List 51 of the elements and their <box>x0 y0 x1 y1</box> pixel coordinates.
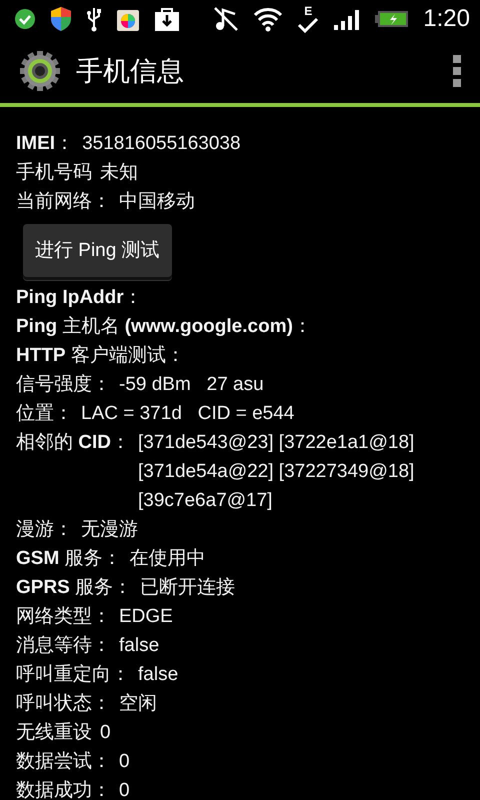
info-value: 中国移动 <box>119 190 195 214</box>
info-value: false <box>138 663 178 687</box>
check-icon <box>297 17 320 33</box>
info-label: 手机号码 <box>16 161 92 185</box>
info-value: LAC = 371d CID = e544 <box>81 402 294 426</box>
info-label: 当前网络： <box>16 190 111 214</box>
info-value: 空闲 <box>119 692 157 716</box>
info-label: GSM 服务： <box>16 547 122 571</box>
info-label: 数据成功： <box>16 779 111 800</box>
overflow-menu-button[interactable] <box>452 54 462 88</box>
check-circle-icon <box>14 8 36 30</box>
info-value: [371de543@23] [3722e1a1@18] [371de54a@22] [37227349@18] [39c7e6a7@17] <box>138 431 416 513</box>
gear-icon <box>20 51 60 91</box>
info-label: 位置： <box>16 402 73 426</box>
info-value: 在使用中 <box>130 547 206 571</box>
info-label: GPRS 服务： <box>16 576 132 600</box>
info-value: 351816055163038 <box>82 132 241 156</box>
info-label: 无线重设 <box>16 721 92 745</box>
app-title: 手机信息 <box>76 54 184 88</box>
status-time: 1:20 <box>423 7 470 31</box>
info-label: 信号强度： <box>16 373 111 397</box>
info-value: 0 <box>100 721 111 745</box>
info-label: Ping 主机名 (www.google.com)： <box>16 315 312 339</box>
info-label: Ping IpAddr： <box>16 286 143 310</box>
info-value: 无漫游 <box>81 518 138 542</box>
info-label: 网络类型： <box>16 605 111 629</box>
info-value: 已断开连接 <box>140 576 236 600</box>
info-label: IMEI： <box>16 132 74 156</box>
download-icon <box>154 6 180 32</box>
muted-note-icon <box>213 6 240 32</box>
usb-icon <box>86 6 102 32</box>
info-value: 未知 <box>100 161 138 185</box>
info-label: 漫游： <box>16 518 73 542</box>
menu-icon <box>452 54 462 88</box>
battery-charging-icon <box>375 9 410 29</box>
info-label: 相邻的 CID： <box>16 431 130 455</box>
info-value: 0 <box>119 779 130 800</box>
network-type-label: E <box>304 5 312 17</box>
info-label: HTTP 客户端测试： <box>16 344 185 368</box>
ping-test-button[interactable]: 进行 Ping 测试 <box>23 224 172 277</box>
info-label: 数据尝试： <box>16 750 111 774</box>
info-label: 呼叫状态： <box>16 692 111 716</box>
info-value: -59 dBm 27 asu <box>119 373 264 397</box>
info-value: 0 <box>119 750 130 774</box>
info-value: EDGE <box>119 605 173 629</box>
shield-icon <box>50 6 72 32</box>
info-label: 消息等待： <box>16 634 111 658</box>
signal-icon <box>333 7 362 31</box>
info-value: false <box>119 634 160 658</box>
info-label: 呼叫重定向： <box>16 663 130 687</box>
wifi-icon <box>253 6 284 32</box>
